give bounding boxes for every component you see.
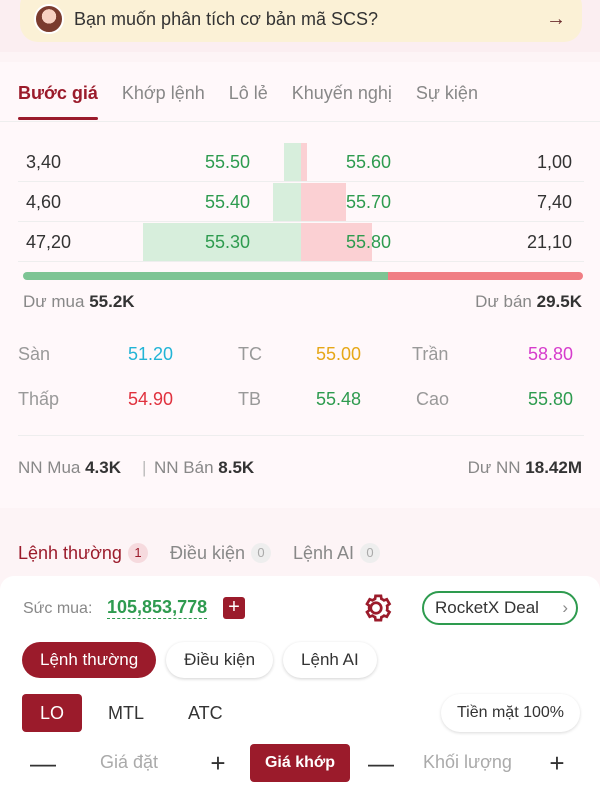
detail-tabs: Bước giá Khớp lệnh Lô lẻ Khuyến nghị Sự …: [0, 62, 600, 122]
nn-mua-label: NN Mua: [18, 458, 81, 477]
bid-price[interactable]: 55.30: [205, 232, 250, 253]
tc-value: 55.00: [316, 344, 362, 364]
bid-volume-bar: [272, 183, 301, 221]
order-tab-lenh-thuong[interactable]: Lệnh thường 1: [18, 543, 148, 564]
tab-khuyen-nghi[interactable]: Khuyến nghị: [292, 62, 392, 122]
quantity-input[interactable]: Khối lượng: [423, 752, 512, 773]
price-type-selector: LO MTL ATC: [22, 694, 241, 732]
buy-sell-ratio-bar: [23, 272, 583, 280]
san-label: Sàn: [18, 344, 51, 364]
quantity-increase-button[interactable]: +: [542, 748, 572, 779]
assistant-avatar-icon: [34, 4, 64, 34]
du-ban: Dư bán 29.5K: [475, 292, 582, 312]
du-ban-label: Dư bán: [475, 292, 532, 311]
bid-volume-bar: [284, 143, 301, 181]
nn-ban: NN Bán 8.5K: [154, 458, 254, 478]
thap-label: Thấp: [18, 389, 60, 409]
cash-ratio-button[interactable]: Tiền mặt 100%: [440, 694, 580, 732]
tab-lo-le[interactable]: Lô lẻ: [229, 62, 268, 122]
count-badge: 1: [127, 543, 148, 563]
quantity-decrease-button[interactable]: —: [366, 748, 396, 779]
order-tab-label: Lệnh thường: [18, 542, 122, 563]
san-value: 51.20: [128, 344, 174, 364]
bid-price[interactable]: 55.50: [205, 152, 250, 173]
du-mua: Dư mua 55.2K: [23, 292, 135, 312]
du-nn-label: Dư NN: [467, 458, 521, 477]
rocketx-label: RocketX Deal: [435, 598, 539, 617]
nn-mua-value: 4.3K: [85, 458, 122, 477]
stock-panel: Bước giá Khớp lệnh Lô lẻ Khuyến nghị Sự …: [0, 62, 600, 508]
price-increase-button[interactable]: +: [203, 748, 233, 779]
ask-volume: 21,10: [526, 232, 572, 252]
pill-lenh-thuong[interactable]: Lệnh thường: [22, 642, 157, 678]
du-ban-value: 29.5K: [536, 292, 582, 311]
assistant-banner[interactable]: Bạn muốn phân tích cơ bản mã SCS? →: [20, 0, 582, 42]
price-input[interactable]: Giá đặt: [100, 752, 158, 773]
buy-ratio-fill: [23, 272, 389, 280]
tb-value: 55.48: [316, 389, 362, 409]
order-tab-label: Điều kiện: [169, 542, 245, 563]
rocketx-deal-button[interactable]: RocketX Deal ›: [422, 591, 578, 625]
order-book: 3,40 55.50 55.60 1,00 4,60 55.40 55.70 7…: [18, 142, 584, 262]
assistant-question: Bạn muốn phân tích cơ bản mã SCS?: [74, 8, 378, 29]
order-tabs: Lệnh thường 1 Điều kiện 0 Lệnh AI 0: [0, 530, 600, 576]
ask-price[interactable]: 55.80: [346, 232, 391, 253]
count-badge: 0: [250, 543, 271, 563]
tab-khop-lenh[interactable]: Khớp lệnh: [122, 62, 205, 122]
divider: [18, 435, 584, 436]
sell-ratio-fill: [388, 272, 583, 280]
nn-ban-value: 8.5K: [218, 458, 255, 477]
ask-price[interactable]: 55.60: [346, 152, 391, 173]
order-book-row: 3,40 55.50 55.60 1,00: [18, 142, 584, 182]
thap-value: 54.90: [128, 389, 174, 409]
order-book-row: 47,20 55.30 55.80 21,10: [18, 222, 584, 262]
du-nn-value: 18.42M: [525, 458, 582, 477]
suc-mua-value[interactable]: 105,853,778: [107, 597, 208, 619]
order-tab-label: Lệnh AI: [292, 542, 355, 563]
order-book-row: 4,60 55.40 55.70 7,40: [18, 182, 584, 222]
du-mua-label: Dư mua: [23, 292, 85, 311]
pill-lenh-ai[interactable]: Lệnh AI: [283, 642, 377, 678]
order-tab-lenh-ai[interactable]: Lệnh AI 0: [292, 542, 381, 564]
add-funds-button[interactable]: +: [223, 597, 245, 619]
nn-separator: |: [142, 458, 147, 477]
arrow-right-icon[interactable]: →: [546, 8, 566, 31]
bid-volume: 4,60: [26, 192, 62, 212]
bid-volume: 3,40: [26, 152, 62, 172]
du-mua-value: 55.2K: [89, 292, 135, 311]
ask-volume-bar: [301, 143, 307, 181]
type-lo[interactable]: LO: [22, 694, 83, 732]
ask-volume: 7,40: [536, 192, 572, 212]
gear-icon[interactable]: [358, 590, 394, 626]
price-quantity-inputs: — Giá đặt + Giá khớp — Khối lượng +: [0, 744, 600, 784]
chevron-right-icon: ›: [562, 598, 568, 617]
gia-khop-button[interactable]: Giá khớp: [250, 744, 350, 782]
ask-price[interactable]: 55.70: [346, 192, 391, 213]
tb-label: TB: [238, 389, 262, 409]
nn-mua: NN Mua 4.3K: [18, 458, 121, 478]
cao-label: Cao: [416, 389, 450, 409]
tran-label: Trần: [412, 344, 449, 364]
assistant-banner-area: Bạn muốn phân tích cơ bản mã SCS? →: [0, 0, 600, 52]
du-nn: Dư NN 18.42M: [468, 458, 582, 478]
order-tab-dieu-kien[interactable]: Điều kiện 0: [170, 543, 271, 564]
ask-volume: 1,00: [536, 152, 572, 172]
bid-volume: 47,20: [26, 232, 72, 252]
type-atc[interactable]: ATC: [170, 694, 241, 732]
tab-su-kien[interactable]: Sự kiện: [416, 62, 478, 122]
tab-buoc-gia[interactable]: Bước giá: [18, 62, 98, 122]
suc-mua-label: Sức mua:: [23, 600, 93, 617]
count-badge: 0: [360, 543, 381, 563]
nn-ban-label: NN Bán: [154, 458, 214, 477]
bid-price[interactable]: 55.40: [205, 192, 250, 213]
type-mtl[interactable]: MTL: [90, 694, 162, 732]
price-decrease-button[interactable]: —: [28, 748, 58, 779]
order-mode-pills: Lệnh thường Điều kiện Lệnh AI: [22, 642, 377, 678]
pill-dieu-kien[interactable]: Điều kiện: [166, 642, 274, 678]
tran-value: 58.80: [528, 344, 574, 364]
ask-volume-bar: [301, 183, 347, 221]
order-form: Sức mua: 105,853,778 + RocketX Deal › Lệ…: [0, 576, 600, 800]
cao-value: 55.80: [528, 389, 574, 409]
tc-label: TC: [238, 344, 262, 364]
